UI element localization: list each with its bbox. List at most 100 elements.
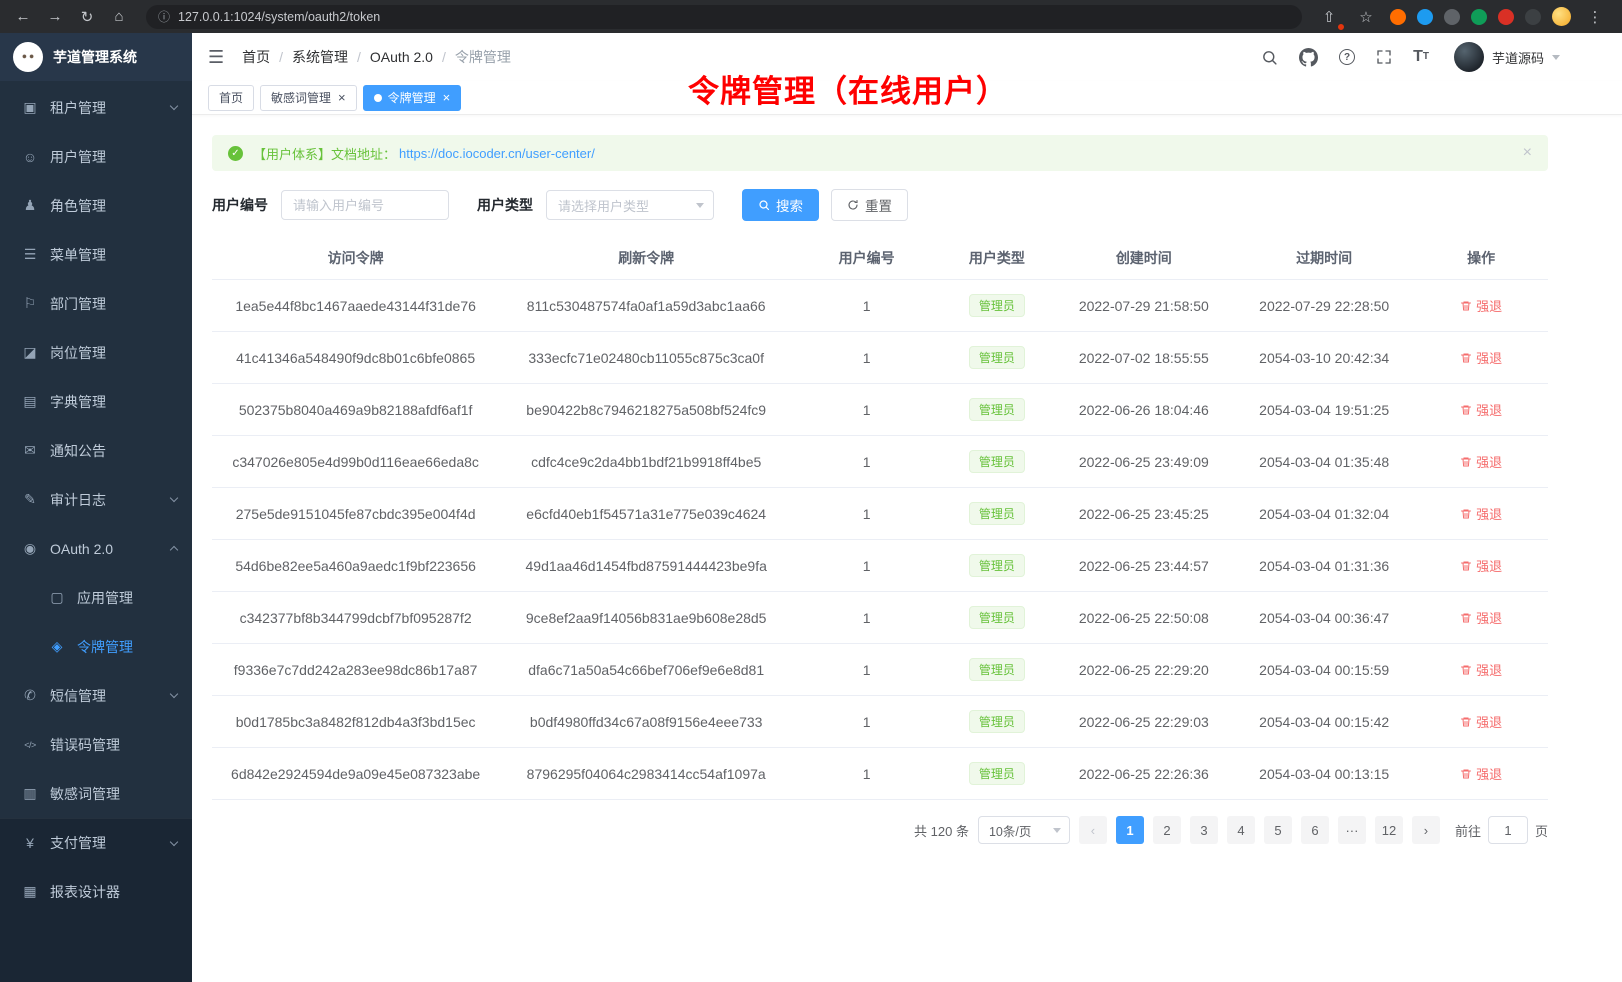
sidebar-item-label: 通知公告 [50,441,177,461]
breadcrumb-item[interactable]: 系统管理 [292,47,348,67]
user-menu[interactable]: 芋道源码 [1454,42,1560,72]
sidebar-item-tenant[interactable]: ▣租户管理 [0,83,192,132]
close-icon[interactable]: × [338,91,346,104]
browser-home-icon[interactable]: ⌂ [106,5,132,29]
force-logout-button[interactable]: 强退 [1460,504,1502,523]
sidebar-item-notice[interactable]: ✉通知公告 [0,426,192,475]
pages-ellipsis[interactable]: ··· [1338,816,1366,844]
user-id-cell: 1 [793,436,940,488]
sidebar-item-sensitive[interactable]: ▥敏感词管理 [0,769,192,818]
action-cell: 强退 [1414,748,1548,800]
page-button-1[interactable]: 1 [1116,816,1144,844]
sidebar-item-dict[interactable]: ▤字典管理 [0,377,192,426]
search-button[interactable]: 搜索 [742,189,819,221]
refresh-token-cell: cdfc4ce9c2da4bb1bdf21b9918ff4be5 [499,436,793,488]
doc-link[interactable]: https://doc.iocoder.cn/user-center/ [399,146,595,161]
extension-icon[interactable] [1444,9,1460,25]
fullscreen-icon[interactable] [1376,49,1392,65]
extension-icon[interactable] [1417,9,1433,25]
force-logout-button[interactable]: 强退 [1460,712,1502,731]
browser-reload-icon[interactable]: ↻ [74,5,100,29]
sidebar-item-oauth[interactable]: ◉OAuth 2.0 [0,524,192,573]
extension-icon[interactable] [1525,9,1541,25]
page-button-4[interactable]: 4 [1227,816,1255,844]
created-at-cell: 2022-06-25 23:44:57 [1054,540,1234,592]
trash-icon [1460,456,1472,468]
sidebar-item-post[interactable]: ◪岗位管理 [0,328,192,377]
table-row: 502375b8040a469a9b82188afdf6af1fbe90422b… [212,384,1548,436]
access-token-cell: 1ea5e44f8bc1467aaede43144f31de76 [212,280,499,332]
force-logout-button[interactable]: 强退 [1460,660,1502,679]
next-page-button[interactable]: › [1412,816,1440,844]
breadcrumb: 首页/系统管理/OAuth 2.0/令牌管理 [242,47,511,67]
browser-menu-icon[interactable]: ⋮ [1582,5,1608,29]
user-id-cell: 1 [793,748,940,800]
search-icon[interactable] [1261,49,1278,66]
user-id-input[interactable] [281,190,449,220]
select-placeholder: 请选择用户类型 [558,196,649,215]
extension-icon[interactable] [1390,9,1406,25]
tab-home[interactable]: 首页 [208,85,254,111]
sidebar-item-errcode[interactable]: </>错误码管理 [0,720,192,769]
page-button-6[interactable]: 6 [1301,816,1329,844]
sidebar-item-oauth-token[interactable]: ◈令牌管理 [0,622,192,671]
sidebar-item-sms[interactable]: ✆短信管理 [0,671,192,720]
page-button-2[interactable]: 2 [1153,816,1181,844]
url-bar[interactable]: ⓘ 127.0.0.1:1024/system/oauth2/token [146,5,1302,29]
sidebar-item-pay[interactable]: ¥支付管理 [0,818,192,867]
page-button-5[interactable]: 5 [1264,816,1292,844]
tab-sensitive[interactable]: 敏感词管理× [260,85,357,111]
close-icon[interactable]: × [1523,145,1532,161]
force-logout-button[interactable]: 强退 [1460,452,1502,471]
force-logout-button[interactable]: 强退 [1460,296,1502,315]
breadcrumb-item[interactable]: OAuth 2.0 [370,49,433,65]
close-icon[interactable]: × [443,91,451,104]
bookmark-star-icon[interactable]: ☆ [1353,5,1379,29]
share-icon[interactable]: ⇧ [1316,5,1342,29]
prev-page-button[interactable]: ‹ [1079,816,1107,844]
access-token-cell: c347026e805e4d99b0d116eae66eda8c [212,436,499,488]
tab-token[interactable]: 令牌管理× [363,85,462,111]
page-button-12[interactable]: 12 [1375,816,1403,844]
sidebar-item-role[interactable]: ♟角色管理 [0,181,192,230]
menu-fold-icon[interactable]: ☰ [208,47,224,68]
browser-chrome: ← → ↻ ⌂ ⓘ 127.0.0.1:1024/system/oauth2/t… [0,0,1622,33]
sidebar-item-audit[interactable]: ✎审计日志 [0,475,192,524]
created-at-cell: 2022-06-25 22:26:36 [1054,748,1234,800]
browser-back-icon[interactable]: ← [10,5,36,29]
font-size-icon[interactable]: TT [1413,49,1429,65]
browser-forward-icon[interactable]: → [42,5,68,29]
page-size-select[interactable]: 10条/页 [978,816,1070,844]
expires-at-cell: 2054-03-10 20:42:34 [1234,332,1414,384]
column-header: 创建时间 [1054,237,1234,280]
reset-button[interactable]: 重置 [831,189,908,221]
user-type-select[interactable]: 请选择用户类型 [546,190,714,220]
action-cell: 强退 [1414,332,1548,384]
sidebar-item-report[interactable]: ▦报表设计器 [0,867,192,916]
trash-icon [1460,664,1472,676]
logo[interactable]: 芋道管理系统 [0,33,192,81]
force-logout-button[interactable]: 强退 [1460,400,1502,419]
sidebar-item-dept[interactable]: ⚐部门管理 [0,279,192,328]
force-logout-button[interactable]: 强退 [1460,348,1502,367]
force-logout-button[interactable]: 强退 [1460,764,1502,783]
force-logout-button[interactable]: 强退 [1460,556,1502,575]
sidebar-item-oauth-app[interactable]: ▢应用管理 [0,573,192,622]
sidebar-item-user[interactable]: ☺用户管理 [0,132,192,181]
extension-icon[interactable] [1498,9,1514,25]
force-logout-button[interactable]: 强退 [1460,608,1502,627]
breadcrumb-item[interactable]: 首页 [242,47,270,67]
site-info-icon[interactable]: ⓘ [158,8,170,25]
access-token-cell: 502375b8040a469a9b82188afdf6af1f [212,384,499,436]
github-icon[interactable] [1299,48,1318,67]
sidebar-item-menu[interactable]: ☰菜单管理 [0,230,192,279]
breadcrumb-separator: / [442,49,446,65]
breadcrumb-item[interactable]: 令牌管理 [455,47,511,67]
goto-page-input[interactable] [1488,816,1528,844]
help-icon[interactable]: ? [1339,49,1355,65]
browser-profile-avatar[interactable] [1552,7,1571,26]
user-type-badge: 管理员 [969,710,1025,733]
extension-icon[interactable] [1471,9,1487,25]
page-button-3[interactable]: 3 [1190,816,1218,844]
dictionary-icon: ▤ [20,393,40,410]
